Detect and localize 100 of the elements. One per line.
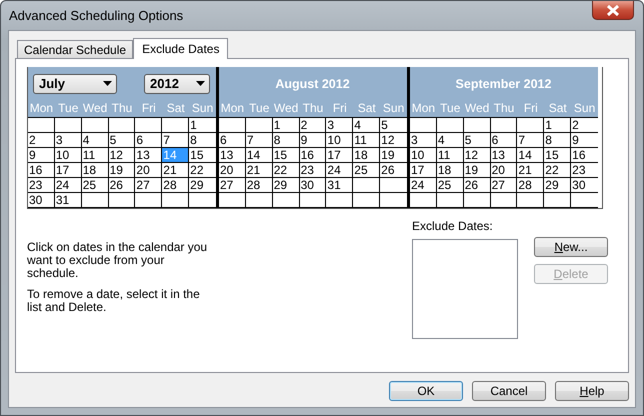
day-cell[interactable]: 8 [272,133,300,148]
day-cell[interactable]: 10 [54,148,82,163]
day-cell[interactable]: 23 [571,163,598,178]
day-cell[interactable]: 20 [135,163,162,178]
day-cell[interactable]: 15 [189,148,216,163]
day-cell[interactable]: 10 [326,133,354,148]
day-cell[interactable]: 12 [464,148,491,163]
day-cell[interactable]: 31 [54,193,82,208]
day-cell[interactable]: 12 [108,148,136,163]
day-cell[interactable]: 5 [380,118,407,133]
day-cell[interactable]: 1 [544,118,572,133]
day-cell[interactable]: 8 [189,133,216,148]
day-cell[interactable]: 3 [54,133,82,148]
day-cell[interactable]: 27 [135,178,162,193]
day-cell[interactable]: 17 [326,148,354,163]
day-cell[interactable]: 27 [490,178,518,193]
day-cell[interactable]: 22 [189,163,216,178]
month-dropdown[interactable]: July [33,74,117,94]
day-cell[interactable]: 3 [326,118,354,133]
day-cell[interactable]: 12 [380,133,407,148]
day-cell[interactable]: 16 [571,148,598,163]
dialog-button[interactable]: New... [534,237,608,257]
day-cell[interactable]: 15 [272,148,300,163]
day-cell[interactable]: 21 [246,163,273,178]
day-cell[interactable]: 27 [219,178,246,193]
day-cell[interactable]: 4 [353,118,380,133]
day-cell[interactable]: 29 [544,178,572,193]
day-cell[interactable]: 26 [108,178,136,193]
day-cell[interactable]: 19 [108,163,136,178]
day-cell[interactable]: 18 [82,163,109,178]
day-cell[interactable]: 30 [300,178,326,193]
day-cell[interactable]: 18 [353,148,380,163]
day-cell[interactable]: 22 [272,163,300,178]
day-cell[interactable]: 9 [300,133,326,148]
day-cell[interactable]: 30 [571,178,598,193]
day-cell[interactable]: 16 [300,148,326,163]
day-cell[interactable]: 23 [300,163,326,178]
day-cell[interactable]: 23 [28,178,55,193]
day-cell[interactable]: 11 [82,148,109,163]
day-cell[interactable]: 7 [246,133,273,148]
day-cell[interactable]: 24 [410,178,437,193]
day-cell[interactable]: 11 [353,133,380,148]
day-cell[interactable]: 13 [219,148,246,163]
day-cell[interactable]: 9 [571,133,598,148]
exclude-dates-list[interactable] [412,239,518,339]
day-cell[interactable]: 25 [353,163,380,178]
day-cell[interactable]: 22 [544,163,572,178]
day-cell[interactable]: 21 [162,163,190,178]
day-cell[interactable]: 4 [436,133,464,148]
day-cell[interactable]: 24 [326,163,354,178]
day-cell[interactable]: 29 [272,178,300,193]
dialog-button[interactable]: Cancel [472,381,546,401]
day-cell[interactable]: 14 [517,148,544,163]
day-cell[interactable]: 4 [82,133,109,148]
day-cell[interactable]: 11 [436,148,464,163]
day-cell[interactable]: 13 [490,148,518,163]
day-cell[interactable]: 28 [517,178,544,193]
tab[interactable]: Exclude Dates [133,38,228,59]
day-cell[interactable]: 16 [28,163,55,178]
day-cell[interactable]: 5 [464,133,491,148]
close-button[interactable] [592,1,634,20]
day-cell[interactable]: 1 [189,118,216,133]
day-cell[interactable]: 24 [54,178,82,193]
day-cell[interactable]: 26 [464,178,491,193]
day-cell[interactable]: 8 [544,133,572,148]
day-cell[interactable]: 18 [436,163,464,178]
day-cell[interactable]: 26 [380,163,407,178]
day-cell[interactable]: 7 [517,133,544,148]
day-cell[interactable]: 20 [219,163,246,178]
day-cell[interactable]: 1 [272,118,300,133]
day-cell[interactable]: 28 [162,178,190,193]
day-cell[interactable]: 25 [436,178,464,193]
day-cell[interactable]: 6 [135,133,162,148]
day-cell[interactable]: 6 [219,133,246,148]
day-cell[interactable]: 30 [28,193,55,208]
day-cell[interactable]: 29 [189,178,216,193]
day-cell[interactable]: 25 [82,178,109,193]
day-cell[interactable]: 19 [380,148,407,163]
day-cell[interactable]: 21 [517,163,544,178]
day-cell[interactable]: 20 [490,163,518,178]
day-cell[interactable]: 9 [28,148,55,163]
day-cell[interactable]: 17 [410,163,437,178]
day-cell[interactable]: 19 [464,163,491,178]
day-cell[interactable]: 15 [544,148,572,163]
dialog-button[interactable]: Help [555,381,629,401]
day-cell[interactable]: 17 [54,163,82,178]
day-cell[interactable]: 28 [246,178,273,193]
day-cell[interactable]: 14 [246,148,273,163]
day-cell[interactable]: 2 [571,118,598,133]
day-cell[interactable]: 3 [410,133,437,148]
day-cell[interactable]: 10 [410,148,437,163]
year-dropdown[interactable]: 2012 [144,74,210,94]
dialog-button[interactable]: OK [389,381,463,401]
day-cell[interactable]: 2 [300,118,326,133]
empty-cell [490,193,518,208]
day-cell[interactable]: 31 [326,178,354,193]
tab[interactable]: Calendar Schedule [17,40,134,58]
day-cell[interactable]: 5 [108,133,136,148]
day-cell[interactable]: 2 [28,133,55,148]
day-cell[interactable]: 6 [490,133,518,148]
